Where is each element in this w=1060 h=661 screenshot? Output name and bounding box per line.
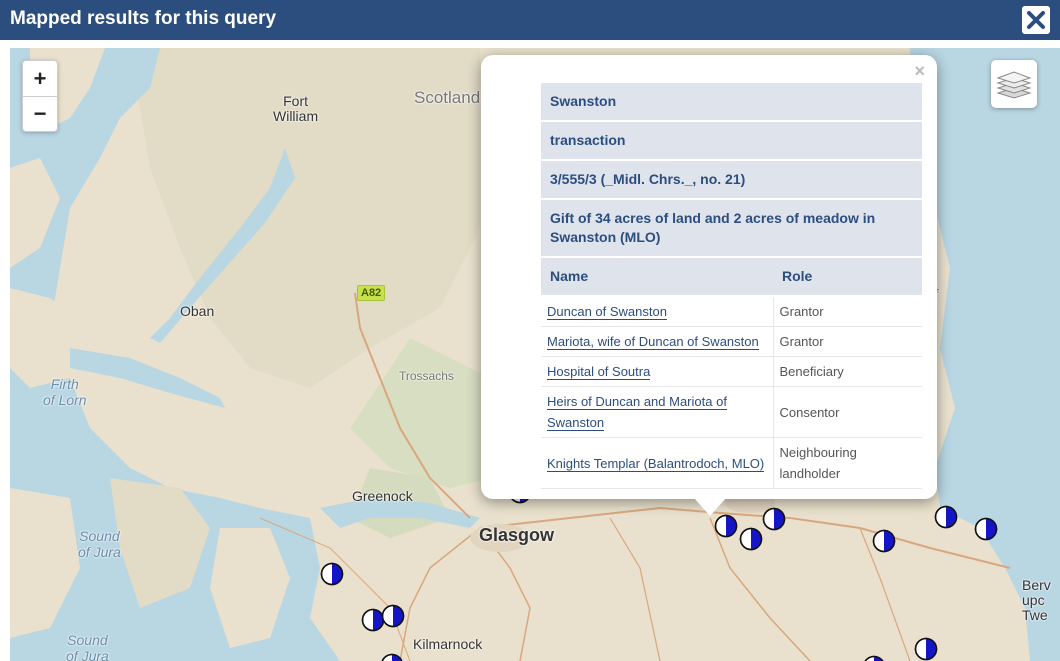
label-sound-of-jura-2-text: Sound of Jura — [66, 632, 109, 661]
map-marker[interactable] — [914, 637, 938, 661]
popup-place: Swanston — [541, 83, 922, 122]
map-marker[interactable] — [872, 529, 896, 553]
table-row: Duncan of Swanston Grantor — [541, 296, 922, 327]
label-berwick: Berv upc Twe — [1022, 578, 1051, 623]
label-firth-of-lorn-text: Firth of Lorn — [43, 376, 87, 408]
map-marker[interactable] — [381, 604, 405, 628]
label-greenock: Greenock — [352, 488, 413, 504]
column-header-name: Name — [541, 257, 773, 297]
map-view[interactable]: Fort William Scotland A82 Oban Firth of … — [10, 48, 1060, 661]
label-berwick-text: Berv upc Twe — [1022, 577, 1051, 623]
zoom-in-button[interactable]: + — [23, 61, 57, 96]
map-marker[interactable] — [862, 655, 886, 661]
label-glasgow: Glasgow — [479, 525, 555, 545]
map-marker[interactable] — [714, 514, 738, 538]
label-trossachs: Trossachs — [399, 369, 454, 383]
role-cell: Neighbouring landholder — [773, 437, 922, 489]
label-oban: Oban — [180, 303, 215, 319]
popup-description: Gift of 34 acres of land and 2 acres of … — [541, 199, 922, 258]
map-marker[interactable] — [739, 527, 763, 551]
role-cell: Grantor — [773, 326, 922, 357]
dialog-header: Mapped results for this query — [0, 0, 1060, 40]
layers-button[interactable] — [991, 60, 1037, 108]
label-fort-william-text: Fort William — [273, 93, 319, 124]
map-marker[interactable] — [380, 653, 404, 661]
label-sound-of-jura-2: Sound of Jura — [66, 632, 109, 661]
table-row: Heirs of Duncan and Mariota of Swanston … — [541, 386, 922, 438]
person-link[interactable]: Hospital of Soutra — [547, 364, 651, 380]
map-marker[interactable] — [934, 505, 958, 529]
popup-type: transaction — [541, 121, 922, 161]
layers-icon — [996, 71, 1032, 99]
role-cell: Beneficiary — [773, 356, 922, 387]
close-button[interactable] — [1022, 6, 1050, 34]
dialog-title: Mapped results for this query — [10, 8, 277, 29]
zoom-control: + − — [22, 60, 58, 132]
column-header-role: Role — [773, 257, 922, 297]
table-row: Hospital of Soutra Beneficiary — [541, 356, 922, 387]
popup-close-button[interactable]: × — [914, 61, 925, 82]
close-icon — [1027, 11, 1045, 29]
road-shield-a82: A82 — [357, 285, 386, 301]
map-marker[interactable] — [320, 562, 344, 586]
person-link[interactable]: Mariota, wife of Duncan of Swanston — [547, 334, 759, 350]
table-row: Mariota, wife of Duncan of Swanston Gran… — [541, 326, 922, 357]
zoom-out-button[interactable]: − — [23, 96, 57, 131]
label-fort-william: Fort William — [273, 94, 318, 124]
label-kilmarnock: Kilmarnock — [413, 636, 483, 652]
label-sound-of-jura-1-text: Sound of Jura — [78, 528, 121, 560]
person-link[interactable]: Heirs of Duncan and Mariota of Swanston — [547, 394, 727, 431]
label-firth-of-lorn: Firth of Lorn — [43, 376, 87, 408]
person-link[interactable]: Knights Templar (Balantrodoch, MLO) — [547, 455, 765, 472]
popup-table: Swanston transaction 3/555/3 (_Midl. Chr… — [541, 83, 922, 489]
info-popup: × Swanston transaction 3/555/3 (_Midl. C… — [481, 55, 937, 516]
label-sound-of-jura-1: Sound of Jura — [78, 528, 121, 560]
role-cell: Consentor — [773, 386, 922, 438]
popup-tip — [694, 498, 726, 516]
role-cell: Grantor — [773, 296, 922, 327]
map-marker[interactable] — [762, 507, 786, 531]
popup-reference: 3/555/3 (_Midl. Chrs._, no. 21) — [541, 160, 922, 200]
person-link[interactable]: Duncan of Swanston — [547, 304, 667, 320]
label-scotland: Scotland — [414, 88, 481, 107]
table-row: Knights Templar (Balantrodoch, MLO) Neig… — [541, 437, 922, 489]
map-marker[interactable] — [974, 517, 998, 541]
